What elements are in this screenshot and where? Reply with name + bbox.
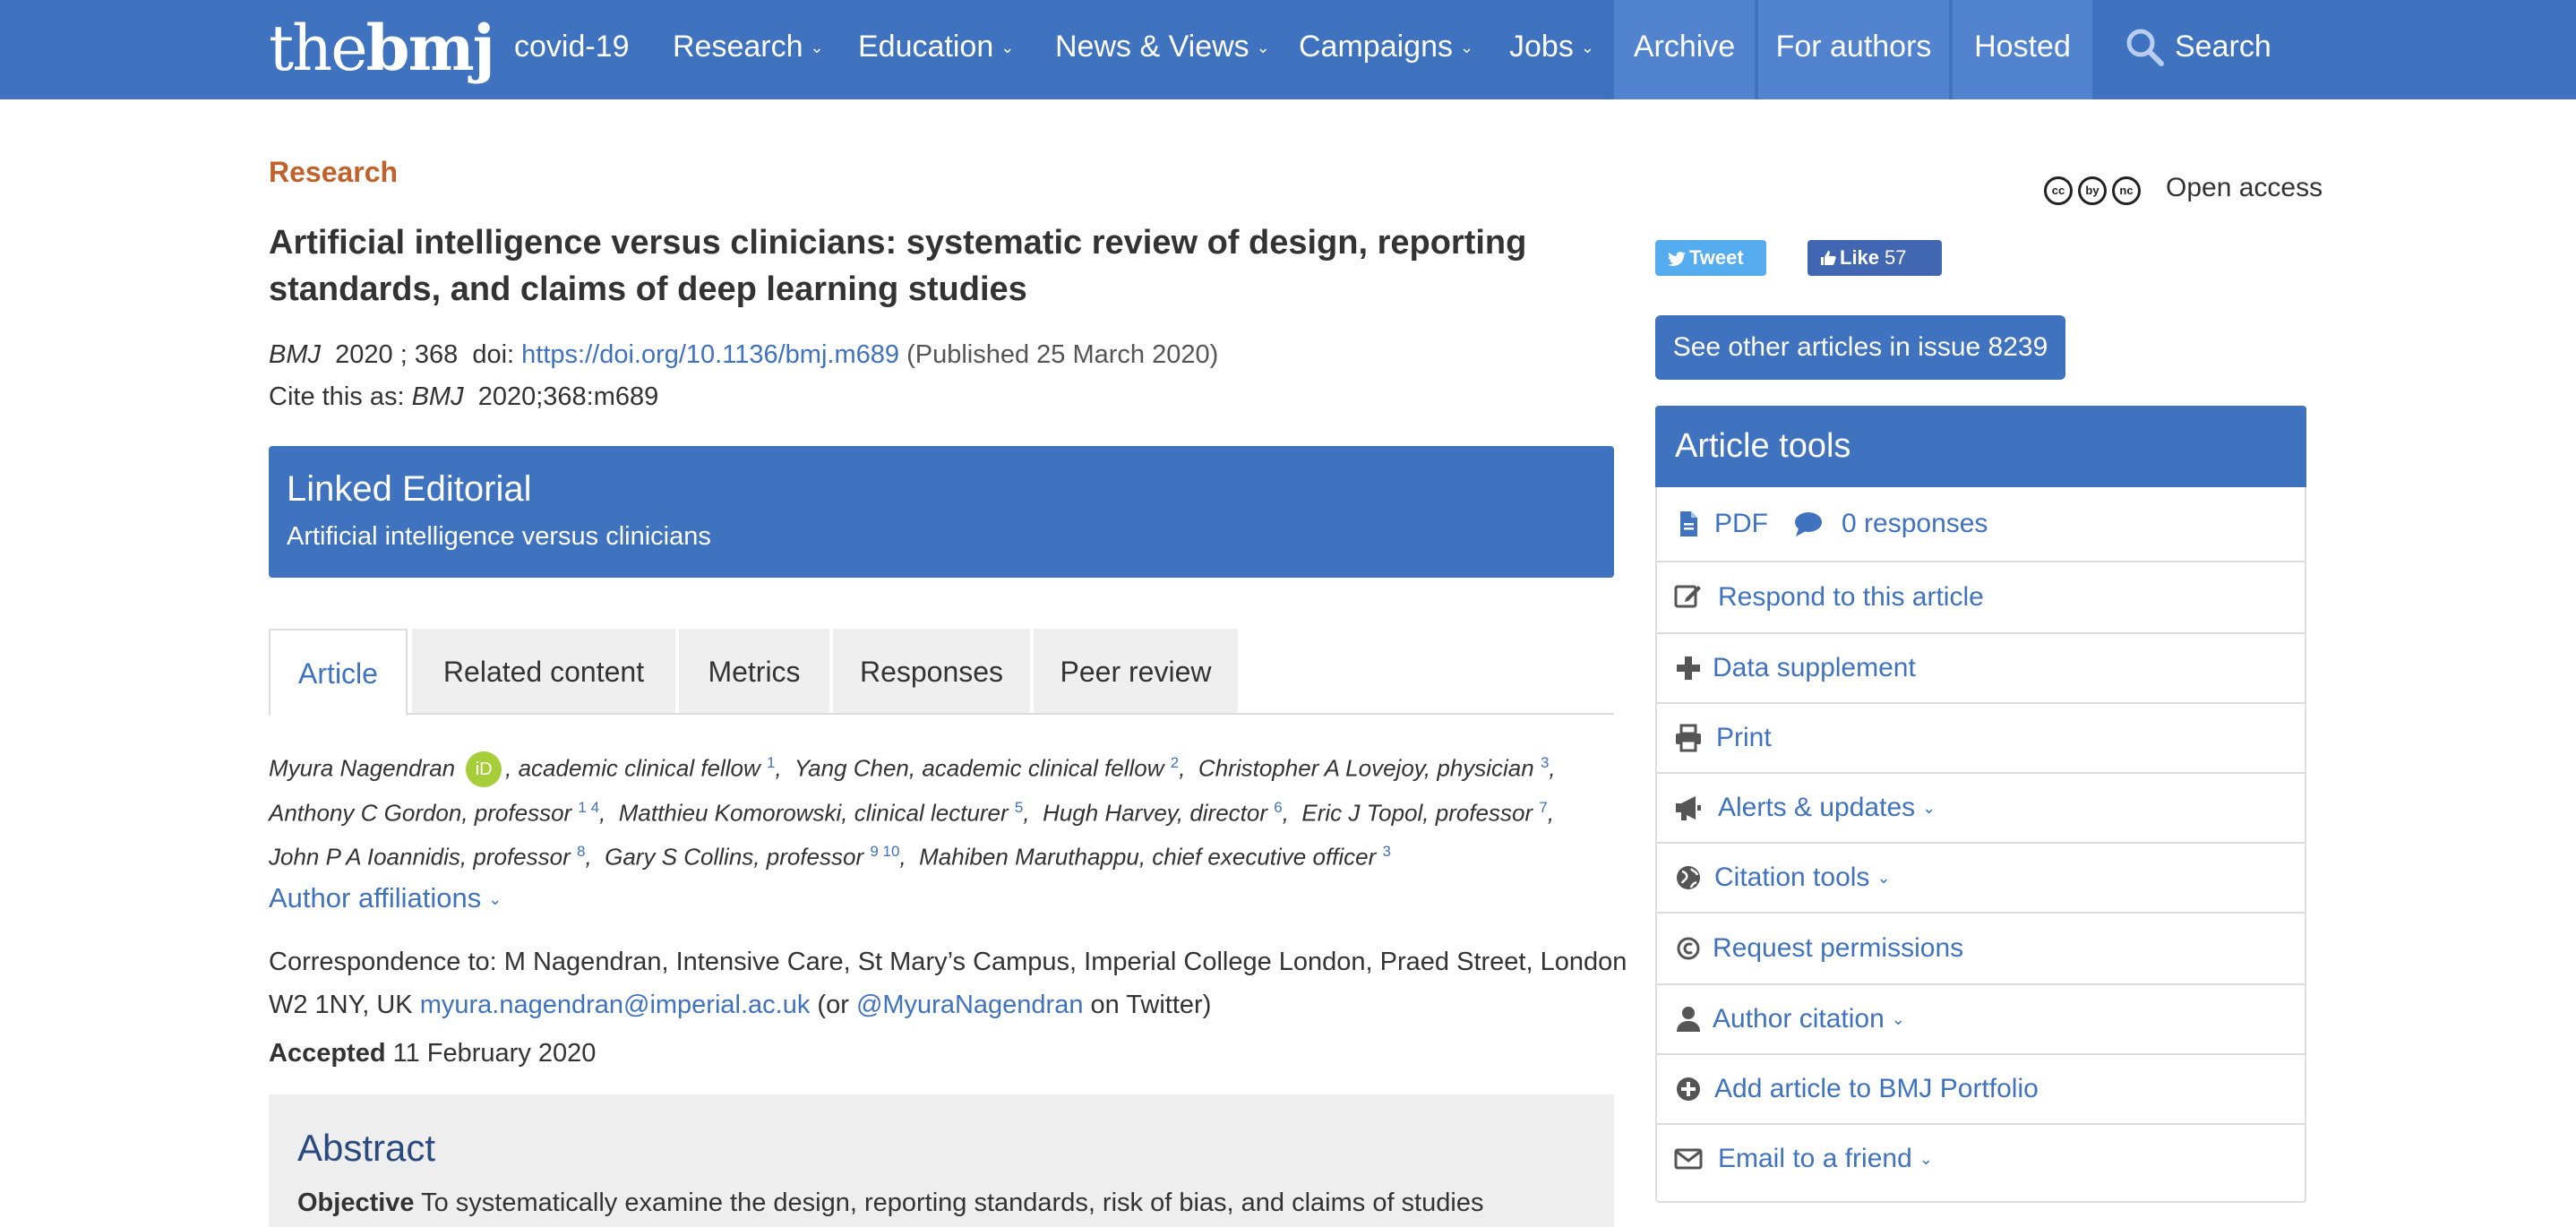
tab-related-content[interactable]: Related content bbox=[412, 629, 675, 713]
tab-peer-review[interactable]: Peer review bbox=[1034, 629, 1238, 713]
copyright-icon bbox=[1677, 937, 1700, 960]
bmj-logo[interactable]: thebmj bbox=[269, 13, 495, 85]
tool-request-permissions[interactable]: Request permissions bbox=[1657, 912, 2305, 983]
user-icon bbox=[1677, 1007, 1700, 1032]
nav-item-research[interactable]: Research ⌄ bbox=[673, 0, 824, 99]
tool-citation-tools[interactable]: Citation tools ⌄ bbox=[1657, 842, 2305, 912]
correspondence: Correspondence to: M Nagendran, Intensiv… bbox=[269, 948, 1627, 1019]
tab-responses[interactable]: Responses bbox=[833, 629, 1030, 713]
chevron-down-icon: ⌄ bbox=[810, 39, 824, 56]
cc-icon: cc bbox=[2044, 176, 2073, 205]
linked-editorial-link[interactable]: Artificial intelligence versus clinician… bbox=[287, 522, 711, 552]
doi-link[interactable]: https://doi.org/10.1136/bmj.m689 bbox=[521, 340, 899, 369]
top-navigation-bar: thebmj covid-19 Research ⌄ Education ⌄ New… bbox=[0, 0, 2576, 99]
author-name[interactable]: Anthony C Gordon bbox=[269, 799, 461, 826]
nav-item-archive[interactable]: Archive bbox=[1614, 0, 1755, 99]
envelope-icon bbox=[1674, 1148, 1703, 1170]
comment-icon bbox=[1795, 512, 1822, 536]
abstract-objective: Objective To systematically examine the … bbox=[297, 1188, 1484, 1217]
abstract-title: Abstract bbox=[297, 1127, 436, 1169]
chevron-down-icon: ⌄ bbox=[1000, 39, 1015, 56]
email-link[interactable]: myura.nagendran@imperial.ac.uk bbox=[420, 991, 811, 1019]
print-icon bbox=[1676, 724, 1701, 752]
author-name[interactable]: Mahiben Maruthappu bbox=[919, 844, 1139, 871]
accepted-date: Accepted 11 February 2020 bbox=[269, 1039, 597, 1068]
nav-item-jobs[interactable]: Jobs ⌄ bbox=[1509, 0, 1594, 99]
author-affiliations-toggle[interactable]: Author affiliations ⌄ bbox=[269, 882, 502, 914]
search-link[interactable]: Search bbox=[2175, 0, 2271, 99]
author-name[interactable]: Gary S Collins bbox=[605, 844, 753, 871]
author-name[interactable]: Eric J Topol bbox=[1301, 799, 1422, 826]
plus-circle-icon bbox=[1677, 1077, 1700, 1101]
chevron-down-icon: ⌄ bbox=[1891, 1010, 1905, 1028]
nav-item-for-authors[interactable]: For authors bbox=[1758, 0, 1949, 99]
tool-respond[interactable]: Respond to this article bbox=[1657, 561, 2305, 632]
section-label: Research bbox=[269, 156, 399, 188]
twitter-bird-icon bbox=[1668, 252, 1686, 267]
chevron-down-icon: ⌄ bbox=[1919, 1150, 1933, 1168]
author-name[interactable]: Yang Chen bbox=[794, 755, 909, 782]
cc-by-icon: by bbox=[2078, 176, 2107, 205]
plus-icon bbox=[1677, 656, 1700, 680]
author-list: Myura Nagendran iD, academic clinical fel… bbox=[269, 743, 1630, 877]
tool-alerts-updates[interactable]: Alerts & updates ⌄ bbox=[1657, 772, 2305, 842]
linked-editorial-title: Linked Editorial bbox=[287, 469, 532, 509]
nav-item-news-views[interactable]: News & Views ⌄ bbox=[1055, 0, 1270, 99]
responses-link[interactable]: 0 responses bbox=[1842, 509, 1988, 539]
author-name[interactable]: Myura Nagendran bbox=[269, 755, 455, 782]
article-title: Artificial intelligence versus clinician… bbox=[269, 224, 1527, 308]
tool-author-citation[interactable]: Author citation ⌄ bbox=[1657, 983, 2305, 1053]
abstract-section: Abstract Objective To systematically exa… bbox=[269, 1094, 1614, 1227]
orcid-icon[interactable]: iD bbox=[466, 751, 502, 787]
nav-item-hosted[interactable]: Hosted bbox=[1953, 0, 2092, 99]
tab-metrics[interactable]: Metrics bbox=[679, 629, 829, 713]
facebook-like-button[interactable]: Like 57 bbox=[1807, 240, 1942, 276]
tool-row-pdf-responses: PDF 0 responses bbox=[1657, 487, 2305, 561]
edit-icon bbox=[1674, 585, 1701, 608]
linked-editorial-box[interactable]: Linked Editorial Artificial intelligence… bbox=[269, 446, 1614, 578]
author-name[interactable]: Matthieu Komorowski bbox=[619, 799, 842, 826]
cite-this-as: Cite this as: BMJ 2020;368:m689 bbox=[269, 382, 659, 411]
pdf-link[interactable]: PDF bbox=[1714, 509, 1768, 539]
article-tools-title: Article tools bbox=[1655, 406, 2306, 487]
chevron-down-icon: ⌄ bbox=[1876, 869, 1891, 887]
nav-item-education[interactable]: Education ⌄ bbox=[858, 0, 1014, 99]
author-name[interactable]: Christopher A Lovejoy bbox=[1198, 755, 1424, 782]
chevron-down-icon: ⌄ bbox=[1459, 39, 1474, 56]
thumbs-up-icon bbox=[1821, 251, 1836, 265]
chevron-down-icon: ⌄ bbox=[488, 890, 502, 908]
tool-data-supplement[interactable]: Data supplement bbox=[1657, 632, 2305, 702]
tool-email-friend[interactable]: Email to a friend ⌄ bbox=[1657, 1123, 2305, 1201]
author-name[interactable]: Hugh Harvey bbox=[1043, 799, 1177, 826]
see-issue-button[interactable]: See other articles in issue 8239 bbox=[1655, 315, 2065, 380]
nav-item-campaigns[interactable]: Campaigns ⌄ bbox=[1299, 0, 1473, 99]
cc-nc-icon: nc bbox=[2112, 176, 2141, 205]
nav-item-covid-19[interactable]: covid-19 bbox=[514, 0, 630, 99]
tool-add-portfolio[interactable]: Add article to BMJ Portfolio bbox=[1657, 1053, 2305, 1123]
twitter-link[interactable]: @MyuraNagendran bbox=[856, 991, 1084, 1019]
article-tabs: Article Related content Metrics Response… bbox=[269, 629, 1614, 716]
chevron-down-icon: ⌄ bbox=[1922, 799, 1936, 817]
globe-icon bbox=[1677, 866, 1700, 889]
citation-line: BMJ 2020 ; 368 doi: https://doi.org/10.1… bbox=[269, 340, 1219, 369]
tweet-button[interactable]: Tweet bbox=[1655, 240, 1766, 276]
open-access-badge: cc by nc Open access bbox=[2044, 173, 2323, 205]
author-name[interactable]: John P A Ioannidis bbox=[269, 844, 460, 871]
article-tools-panel: Article tools PDF 0 responses Respond to… bbox=[1655, 406, 2306, 1203]
search-icon[interactable] bbox=[2125, 27, 2164, 66]
file-pdf-icon bbox=[1680, 511, 1697, 536]
chevron-down-icon: ⌄ bbox=[1256, 39, 1270, 56]
tab-article[interactable]: Article bbox=[269, 629, 408, 716]
chevron-down-icon: ⌄ bbox=[1580, 39, 1594, 56]
tool-print[interactable]: Print bbox=[1657, 702, 2305, 772]
megaphone-icon bbox=[1676, 796, 1701, 820]
